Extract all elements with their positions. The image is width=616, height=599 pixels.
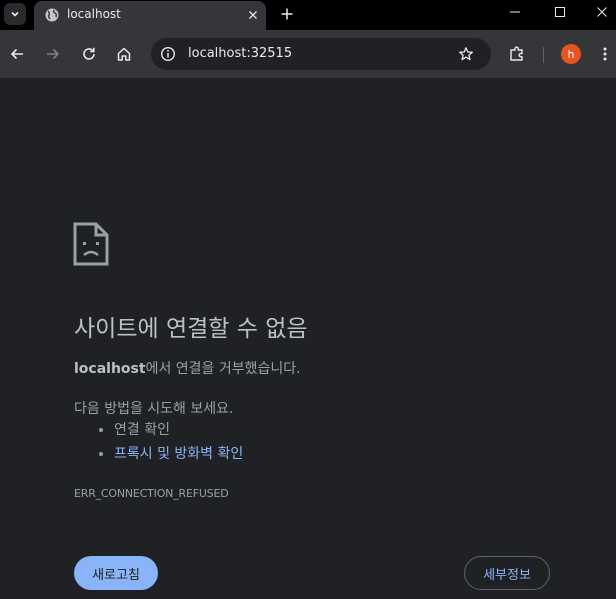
chevron-down-icon [11,11,19,17]
error-code: ERR_CONNECTION_REFUSED [74,487,229,500]
reload-page-button[interactable]: 새로고침 [74,556,158,590]
info-icon [160,46,176,62]
back-arrow-icon [10,48,23,60]
suggestion-item[interactable]: 프록시 및 방화벽 확인 [114,444,243,468]
tab-close-button[interactable] [244,6,262,24]
browser-window: localhost localhost:32515 h 사이트에 연결할 수 없… [0,0,616,599]
profile-avatar[interactable]: h [561,44,581,64]
home-button[interactable] [112,42,136,66]
error-description-text: 에서 연결을 거부했습니다. [145,361,301,377]
url-text[interactable]: localhost:32515 [188,46,292,61]
suggestion-proxy-firewall-link[interactable]: 프록시 및 방화벽 확인 [114,446,243,462]
close-icon [597,7,607,17]
tab-strip: localhost [0,0,616,30]
suggestion-check-connection: 연결 확인 [114,422,170,438]
error-description: localhost에서 연결을 거부했습니다. [74,358,301,378]
toolbar-divider [543,47,544,63]
minimize-icon [510,11,520,13]
error-title: 사이트에 연결할 수 없음 [74,316,308,342]
window-close-button[interactable] [590,2,614,22]
suggestions-list: 연결 확인 프록시 및 방화벽 확인 [74,420,243,468]
suggestions-heading: 다음 방법을 시도해 보세요. [74,401,234,417]
bookmark-button[interactable] [456,44,476,64]
reload-button[interactable] [77,42,101,66]
reload-icon [83,47,95,60]
extensions-button[interactable] [505,42,529,66]
maximize-button[interactable] [548,2,572,22]
error-host: localhost [74,361,146,377]
minimize-button[interactable] [503,2,527,22]
back-button[interactable] [5,42,29,66]
forward-arrow-icon [47,48,60,60]
menu-button[interactable] [597,42,613,66]
globe-icon [45,8,59,22]
suggestion-item: 연결 확인 [114,420,243,444]
tab-search-button[interactable] [4,3,26,25]
sad-page-icon [73,222,109,266]
address-bar[interactable]: localhost:32515 [151,38,491,70]
forward-button[interactable] [41,42,65,66]
maximize-icon [555,7,565,17]
site-info-button[interactable] [159,45,177,63]
extensions-icon [510,46,523,61]
details-button[interactable]: 세부정보 [464,556,550,590]
more-vert-icon [603,47,607,61]
tab-title: localhost [67,7,121,21]
plus-icon [281,8,293,20]
toolbar: localhost:32515 h [0,30,616,78]
star-icon [459,47,473,61]
home-icon [117,47,131,61]
close-icon [249,11,257,19]
new-tab-button[interactable] [277,4,297,24]
tab-localhost[interactable]: localhost [34,1,266,30]
